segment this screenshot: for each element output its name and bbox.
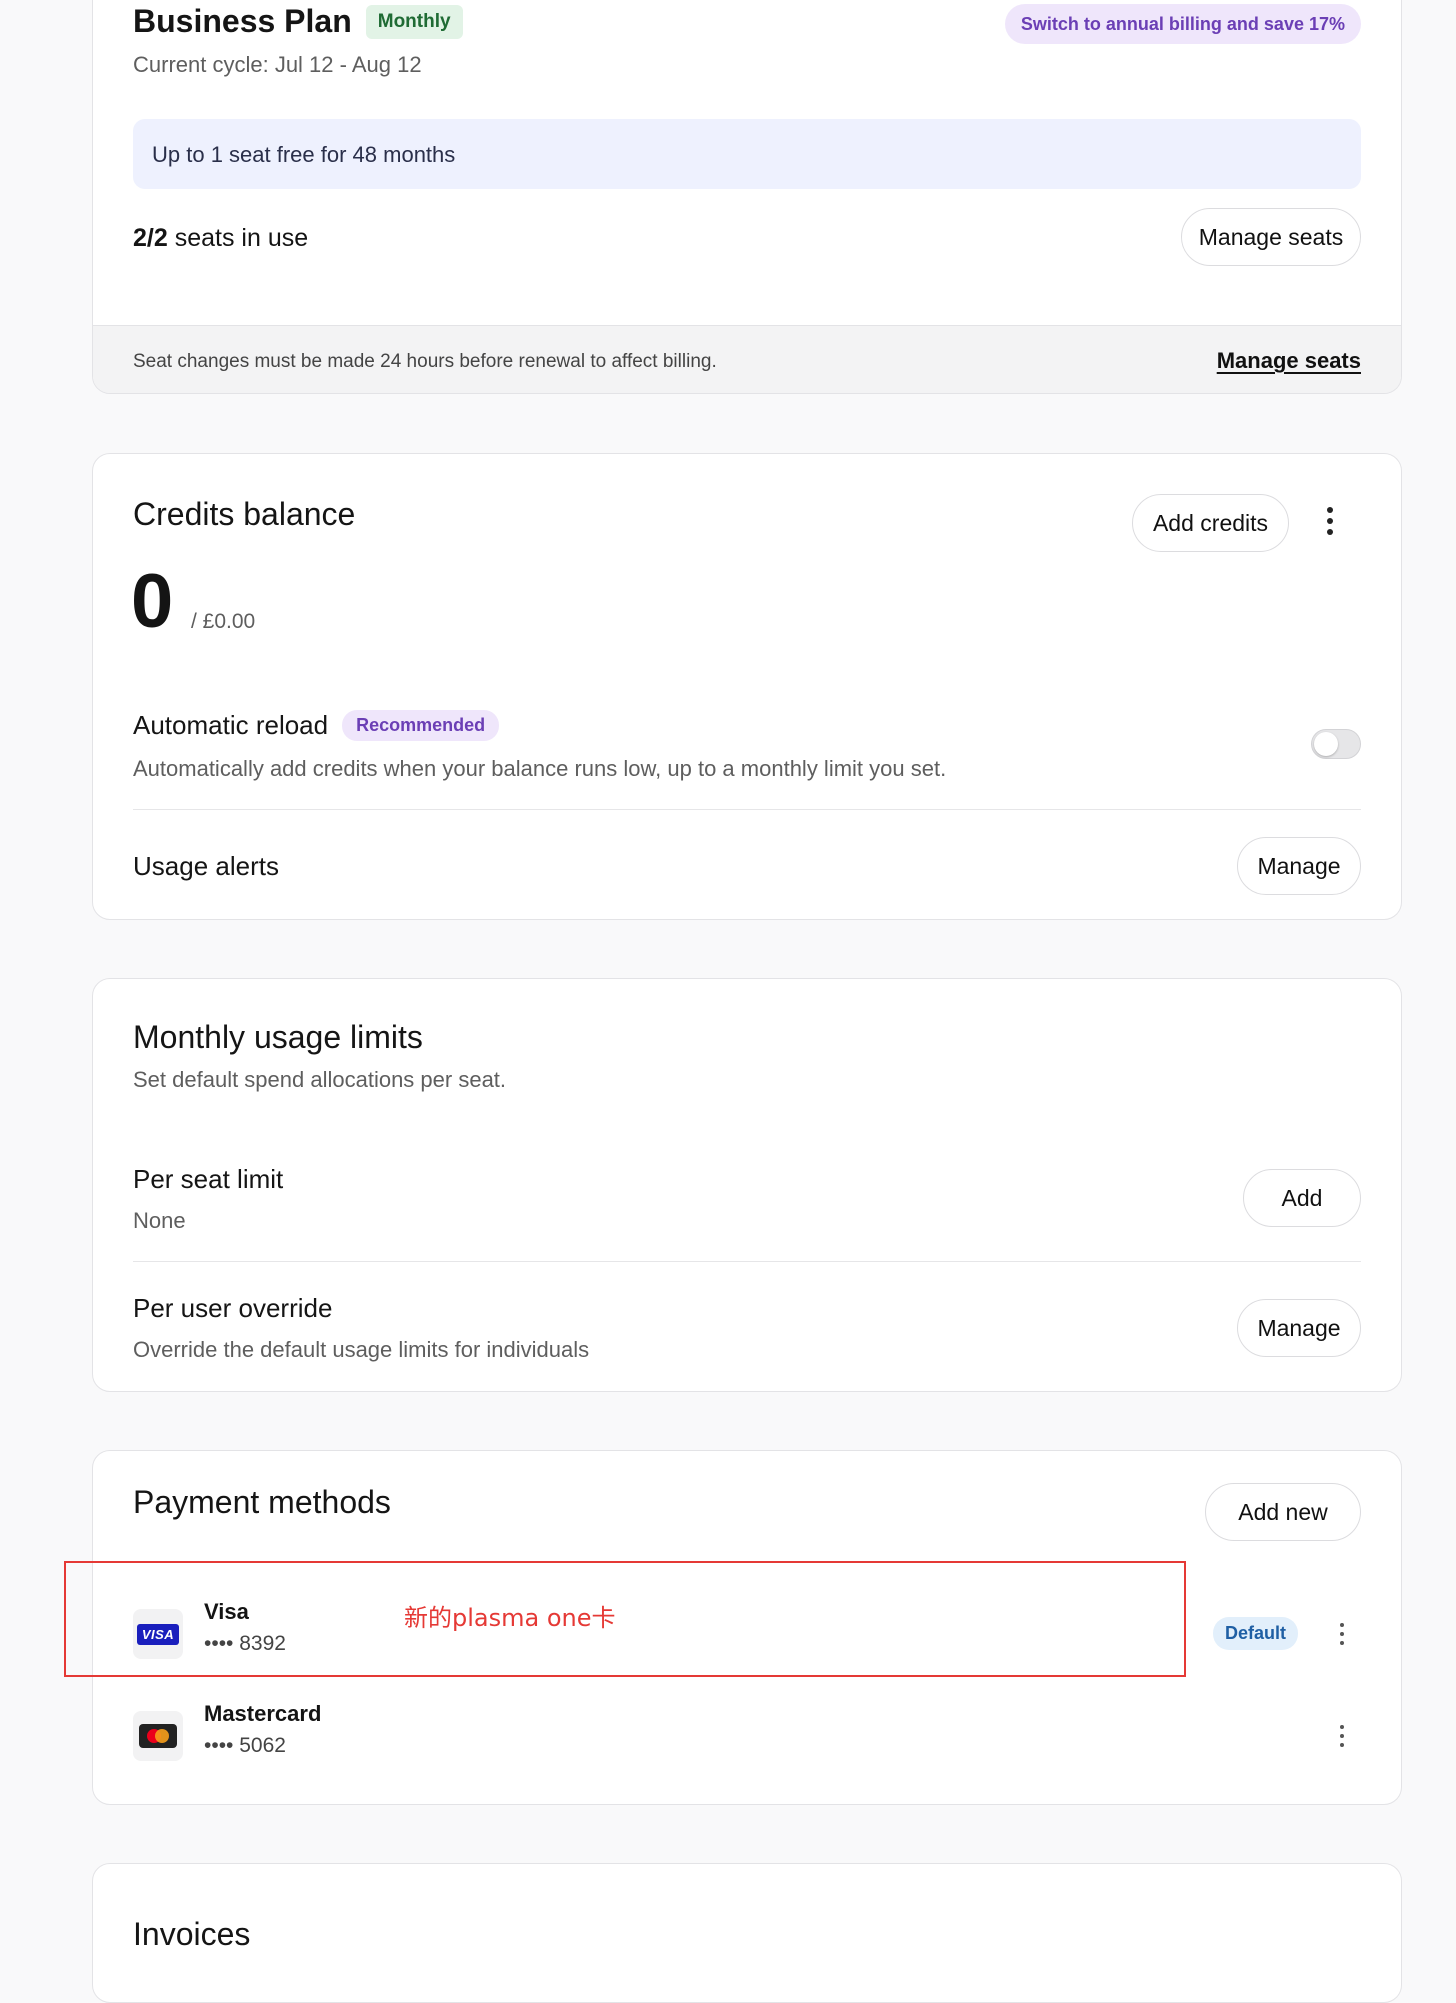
annotation-highlight-box (64, 1561, 1186, 1677)
more-vertical-icon[interactable] (1327, 1725, 1357, 1747)
credits-title: Credits balance (133, 496, 356, 532)
seats-count: 2/2 (133, 224, 168, 252)
credits-balance-currency: / £0.00 (191, 610, 256, 633)
billing-period-badge: Monthly (365, 4, 463, 39)
seats-label: seats in use (167, 224, 309, 252)
add-payment-method-button[interactable]: Add new (1205, 1483, 1361, 1541)
per-user-override-title: Per user override (133, 1293, 333, 1323)
toggle-knob (1314, 732, 1338, 756)
per-user-override-description: Override the default usage limits for in… (133, 1337, 590, 1362)
per-seat-limit-title: Per seat limit (133, 1164, 284, 1194)
manage-seats-link[interactable]: Manage seats (1217, 348, 1361, 374)
card-number: •••• 5062 (204, 1734, 286, 1757)
add-credits-button[interactable]: Add credits (1132, 494, 1289, 552)
payment-method-row[interactable]: Mastercard •••• 5062 (133, 1701, 1361, 1785)
business-plan-card: Business Plan Monthly Switch to annual b… (92, 0, 1402, 394)
seat-change-note: Seat changes must be made 24 hours befor… (133, 351, 717, 372)
invoices-card: Invoices (92, 1863, 1402, 2003)
automatic-reload-title: Automatic reload (133, 710, 329, 740)
usage-limits-title: Monthly usage limits (133, 1019, 423, 1055)
mastercard-logo-icon (133, 1711, 183, 1761)
default-badge: Default (1213, 1617, 1299, 1650)
manage-seats-button[interactable]: Manage seats (1181, 208, 1361, 266)
usage-alerts-title: Usage alerts (133, 851, 279, 881)
per-user-override-manage-button[interactable]: Manage (1237, 1299, 1361, 1357)
credits-balance-value: 0 (131, 559, 174, 644)
annual-billing-cta[interactable]: Switch to annual billing and save 17% (1004, 4, 1361, 44)
per-seat-add-button[interactable]: Add (1243, 1169, 1361, 1227)
credits-balance-card: Credits balance Add credits 0 / £0.00 Au… (92, 453, 1402, 920)
recommended-badge: Recommended (342, 710, 500, 741)
divider (133, 1261, 1361, 1262)
card-brand: Mastercard (204, 1701, 322, 1726)
current-cycle: Current cycle: Jul 12 - Aug 12 (133, 52, 422, 77)
automatic-reload-description: Automatically add credits when your bala… (133, 756, 947, 781)
plan-title: Business Plan (133, 3, 352, 39)
monthly-usage-limits-card: Monthly usage limits Set default spend a… (92, 978, 1402, 1392)
invoices-title: Invoices (133, 1916, 251, 1952)
usage-alerts-manage-button[interactable]: Manage (1237, 837, 1361, 895)
payment-methods-title: Payment methods (133, 1484, 391, 1520)
more-vertical-icon[interactable] (1315, 507, 1345, 535)
divider (133, 809, 1361, 810)
seats-in-use: 2/2 seats in use (133, 224, 308, 253)
per-seat-limit-value: None (133, 1208, 186, 1233)
promo-text: Up to 1 seat free for 48 months (152, 142, 456, 167)
mastercard-logo-mark (139, 1724, 177, 1748)
annotation-text: 新的plasma one卡 (404, 1604, 616, 1632)
plan-footer: Seat changes must be made 24 hours befor… (93, 325, 1401, 393)
automatic-reload-toggle[interactable] (1311, 729, 1361, 759)
usage-limits-subtitle: Set default spend allocations per seat. (133, 1067, 507, 1092)
more-vertical-icon[interactable] (1327, 1623, 1357, 1645)
promo-banner: Up to 1 seat free for 48 months (133, 119, 1361, 189)
